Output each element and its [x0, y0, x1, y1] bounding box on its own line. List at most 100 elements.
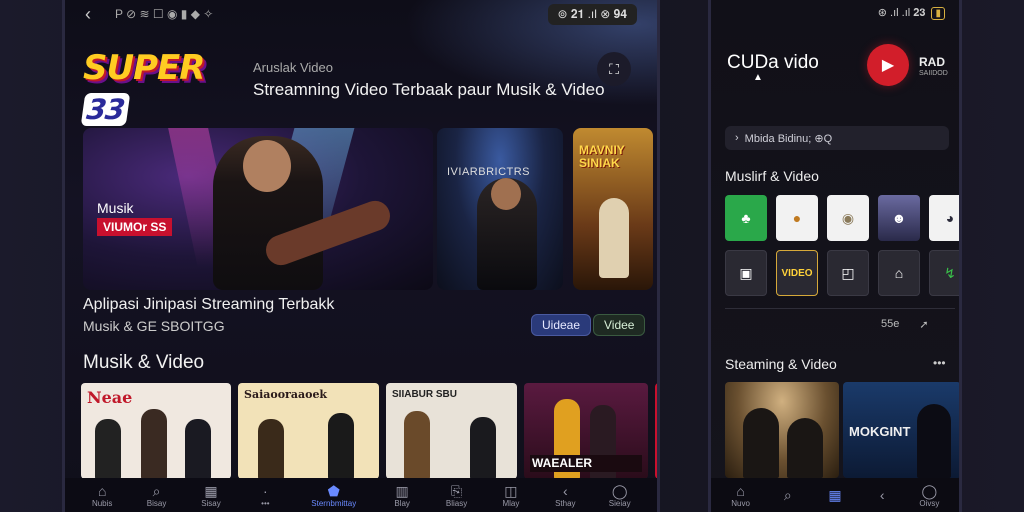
logo-number: 33 — [80, 93, 131, 126]
share-arrow-icon[interactable]: ➚ — [919, 318, 928, 331]
content-card[interactable]: Neae — [81, 383, 231, 479]
divider — [725, 308, 955, 309]
figure-shape — [185, 419, 211, 479]
search-icon: ⌕ — [783, 487, 792, 503]
nav-item-chat[interactable]: ◯ Sieiay — [594, 483, 646, 508]
chat-icon: ◯ — [611, 482, 628, 499]
disc-icon[interactable]: ◉ — [827, 195, 869, 241]
nav-item-library[interactable]: ▦ Sisay — [185, 483, 237, 508]
hero-label-musik: Musik — [97, 200, 134, 216]
figure-shape — [917, 404, 951, 478]
nav-item-search[interactable]: ⌕ Bisay — [131, 483, 183, 508]
back-icon: ‹ — [562, 482, 568, 499]
hero-banner-main[interactable]: Musik VIUMOr SS — [83, 128, 433, 290]
nav-label: Bliasy — [445, 498, 468, 508]
chip-video-primary[interactable]: Uideae — [531, 314, 592, 336]
content-carousel: Neae Saiaooraaoek SIIABUR SBU WAEALER — [81, 383, 657, 479]
album-art-icon[interactable]: ☻ — [878, 195, 920, 241]
arrow-left-icon[interactable]: ‹ — [85, 4, 91, 25]
figure-shape — [470, 417, 496, 479]
cursor-arrow-icon: ▲ — [753, 72, 763, 83]
nav-label: Nubis — [91, 498, 113, 508]
hero-subtitle: Musik & GE SBOITGG — [83, 318, 225, 334]
home-icon: ⌂ — [736, 482, 745, 499]
super33-logo[interactable]: SUPER 33 — [80, 48, 233, 126]
search-input[interactable]: › Mbida Bidinu; ⊕Q — [725, 126, 949, 150]
header-tagline: Streamning Video Terbaak paur Musik & Vi… — [253, 80, 605, 99]
nav-item-library[interactable]: ▦ — [818, 487, 852, 503]
nav-item-store[interactable]: ▥ Blay — [376, 483, 428, 508]
content-card[interactable]: MOKGINT — [843, 382, 959, 478]
figure-shape — [141, 409, 167, 479]
nav-item-home[interactable]: ⌂ Nubis — [76, 483, 128, 508]
status-bar: ⊛ .ıl .ıl 𝟐𝟑 ▮ — [878, 6, 945, 20]
logo-text: SUPER — [83, 48, 205, 88]
section-title-music: Muslirf & Video — [725, 168, 819, 184]
bookmark-icon: ⎘ — [450, 482, 463, 499]
secondary-phone-screen: ⊛ .ıl .ıl 𝟐𝟑 ▮ CUDa vido ▲ ▶ RAD SAIIDOD… — [708, 0, 962, 512]
main-phone-screen: ‹ P ⊘ ≋ ☐ ◉ ▮ ◆ ✧ ⊚ 𝟐𝟏 .ıl ⊗ 𝟗𝟒 SUPER 33 … — [62, 0, 660, 512]
banner-label: IVIARBRICTRS — [447, 166, 531, 178]
nav-item-streaming[interactable]: ⬟ Sternbmittay — [294, 483, 374, 508]
figure-shape — [404, 411, 430, 479]
shop-icon[interactable]: ⌂ — [878, 250, 920, 296]
nav-item-chat[interactable]: ◯ Oivsy — [912, 483, 946, 508]
app-header: SUPER 33 Aruslak Video Streamning Video T… — [80, 44, 637, 126]
nav-label: Blay — [394, 498, 410, 508]
calendar-icon[interactable]: ▣ — [725, 250, 767, 296]
status-indicators: P ⊘ ≋ ☐ ◉ ▮ ◆ ✧ — [115, 7, 214, 21]
chat-icon: ◯ — [921, 482, 938, 499]
video-badge-icon[interactable]: VIDEO — [776, 250, 818, 296]
share-icon[interactable]: ↯ — [929, 250, 959, 296]
hero-label-badge: VIUMOr SS — [97, 218, 173, 236]
chevron-right-icon: › — [735, 132, 739, 144]
rad-sub-label: SAIIDOD — [919, 70, 948, 77]
avatar-icon[interactable]: ◕ — [929, 195, 959, 241]
nav-item-more[interactable]: · ••• — [239, 483, 291, 508]
app-title: CUDa vido — [727, 52, 819, 73]
hero-title: Aplipasi Jinipasi Streaming Terbakk — [83, 296, 335, 313]
performer-face — [243, 140, 291, 192]
book-icon: ◫ — [504, 482, 518, 499]
image-icon[interactable]: ◰ — [827, 250, 869, 296]
hero-banner-secondary[interactable]: IVIARBRICTRS — [437, 128, 563, 290]
content-card[interactable]: WAEALER — [524, 383, 648, 479]
home-icon: ⌂ — [97, 482, 107, 499]
nav-item-home[interactable]: ⌂ Nuvo — [724, 483, 758, 508]
nav-label: Bisay — [146, 498, 167, 508]
cast-icon[interactable]: ⛶ — [597, 52, 631, 86]
rad-label-text: RAD — [919, 55, 945, 69]
nav-label: Nuvo — [731, 498, 750, 508]
content-card[interactable]: Saiaooraaoek — [238, 383, 379, 479]
performer-figure — [599, 198, 629, 278]
section-title-musik-video: Musik & Video — [83, 352, 205, 373]
search-text: Mbida Bidinu; ⊕Q — [744, 132, 833, 145]
nav-item-back[interactable]: ‹ — [865, 487, 899, 503]
search-icon: ⌕ — [152, 482, 161, 499]
nav-item-bookmark[interactable]: ⎘ Bliasy — [431, 483, 483, 508]
content-card[interactable] — [655, 383, 657, 479]
status-bar: ‹ P ⊘ ≋ ☐ ◉ ▮ ◆ ✧ ⊚ 𝟐𝟏 .ıl ⊗ 𝟗𝟒 — [65, 0, 657, 28]
status-indicators: ⊛ .ıl .ıl 𝟐𝟑 — [877, 7, 926, 19]
mic-icon[interactable]: ● — [776, 195, 818, 241]
nav-item-back[interactable]: ‹ Sthay — [539, 483, 591, 508]
battery-icon: ▮ — [931, 6, 945, 20]
view-count: 55e — [881, 318, 900, 330]
performer-face — [491, 178, 521, 210]
more-icon[interactable]: ••• — [933, 356, 946, 370]
content-card[interactable] — [725, 382, 839, 478]
nav-item-book[interactable]: ◫ Mlay — [485, 483, 537, 508]
nav-item-search[interactable]: ⌕ — [771, 487, 805, 503]
figure-shape — [743, 408, 779, 478]
play-icon[interactable]: ▶ — [867, 44, 909, 86]
music-note-icon[interactable]: ♣ — [725, 195, 767, 241]
chip-video-secondary[interactable]: Videe — [593, 314, 646, 336]
meta-row: 55e ➚ — [881, 318, 929, 331]
store-icon: ▥ — [395, 482, 409, 499]
home-filled-icon: ⬟ — [327, 482, 340, 499]
content-card[interactable]: SIIABUR SBU — [386, 383, 517, 479]
nav-label: Sthay — [555, 498, 576, 508]
nav-label: ••• — [261, 498, 270, 508]
hero-banner-poster[interactable]: MAVNIY SINIAK — [573, 128, 653, 290]
library-icon: ▦ — [204, 482, 218, 499]
